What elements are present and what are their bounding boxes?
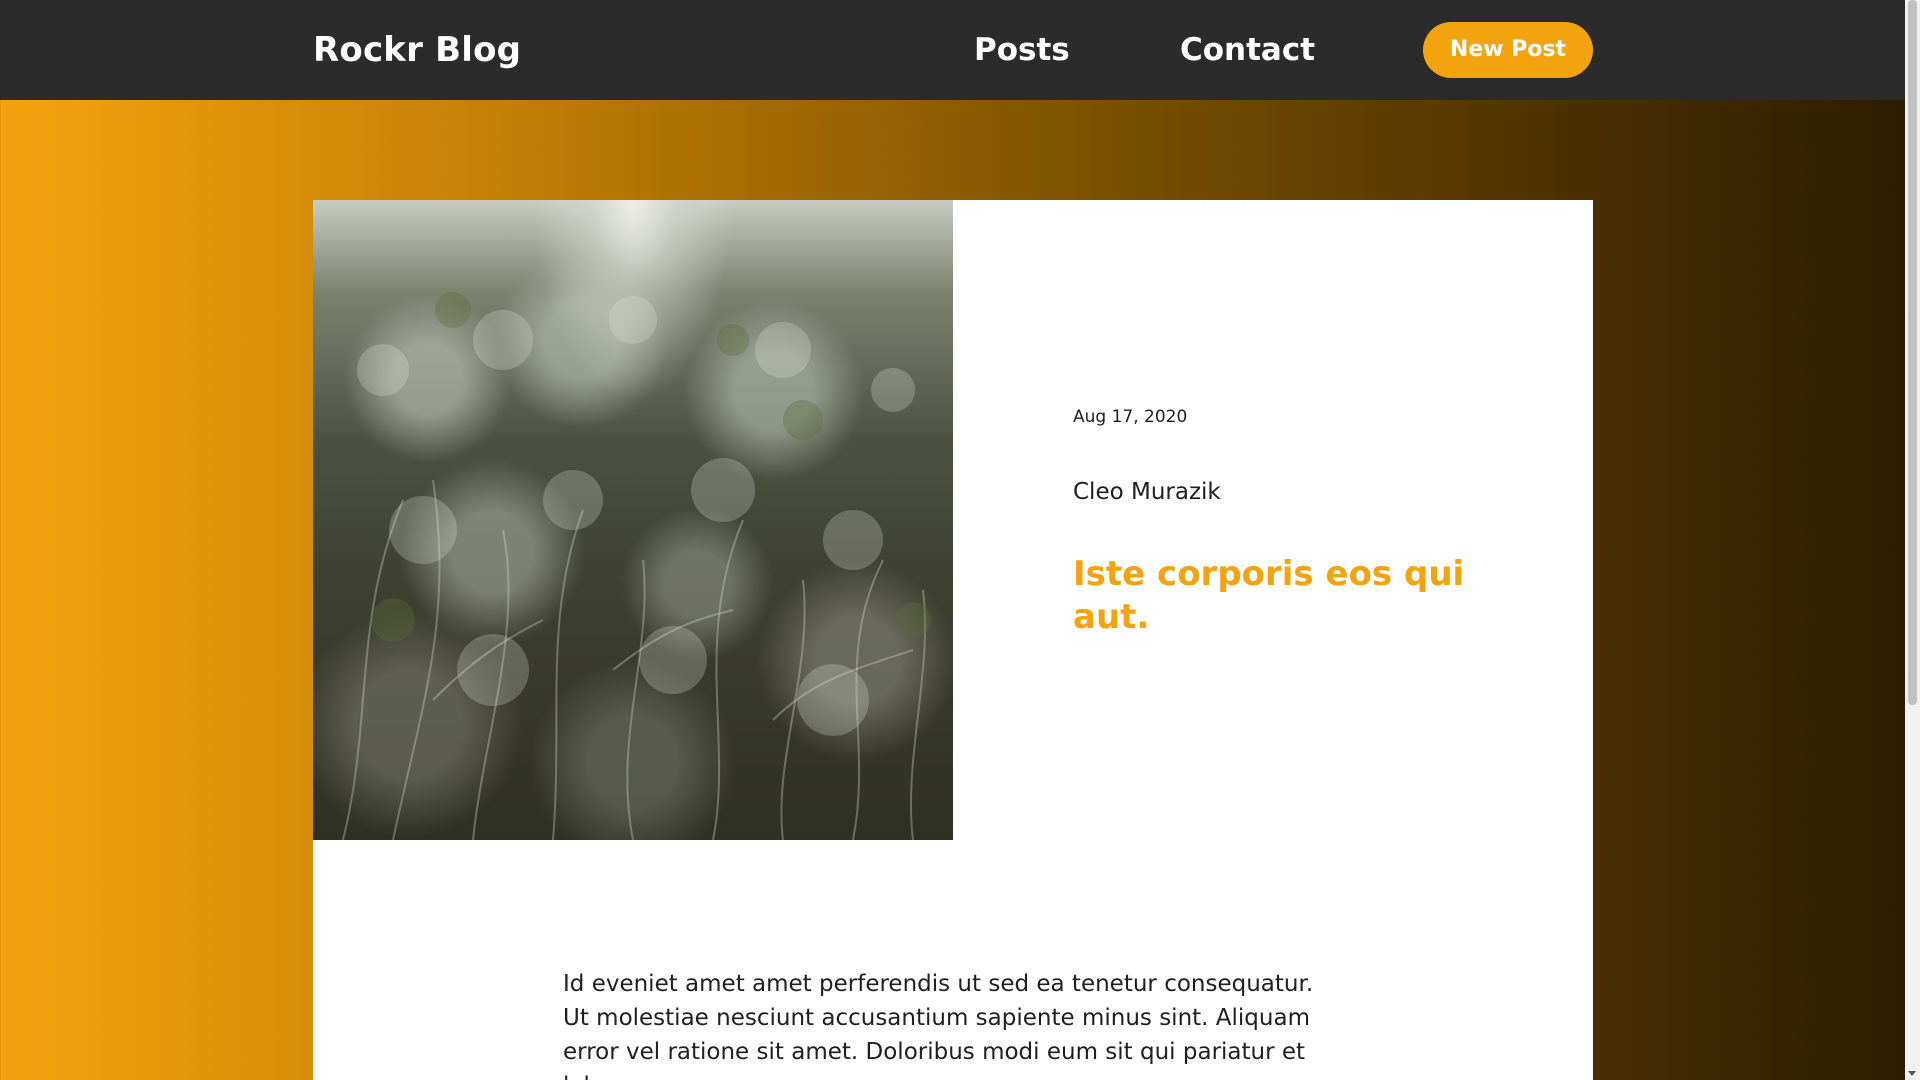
- nav-contact-link[interactable]: Contact: [1180, 30, 1315, 70]
- new-post-button[interactable]: New Post: [1423, 22, 1593, 78]
- post-date: Aug 17, 2020: [1073, 407, 1188, 427]
- page-scrollbar[interactable]: [1905, 0, 1920, 1080]
- post-excerpt: Id eveniet amet amet perferendis ut sed …: [563, 971, 1314, 1080]
- site-header: Rockr Blog Posts Contact New Post: [0, 0, 1905, 100]
- scroll-down-icon[interactable]: [1908, 1071, 1916, 1076]
- frost-shrubs-illustration: [342, 292, 931, 840]
- post-card: Aug 17, 2020 Cleo Murazik Iste corporis …: [313, 200, 1593, 1080]
- brand-logo[interactable]: Rockr Blog: [313, 27, 521, 73]
- scrollbar-thumb[interactable]: [1908, 0, 1917, 705]
- post-title[interactable]: Iste corporis eos qui aut.: [1073, 553, 1493, 639]
- post-hero-image: [313, 200, 953, 840]
- nav-posts-link[interactable]: Posts: [974, 30, 1070, 70]
- post-author: Cleo Murazik: [1073, 479, 1221, 505]
